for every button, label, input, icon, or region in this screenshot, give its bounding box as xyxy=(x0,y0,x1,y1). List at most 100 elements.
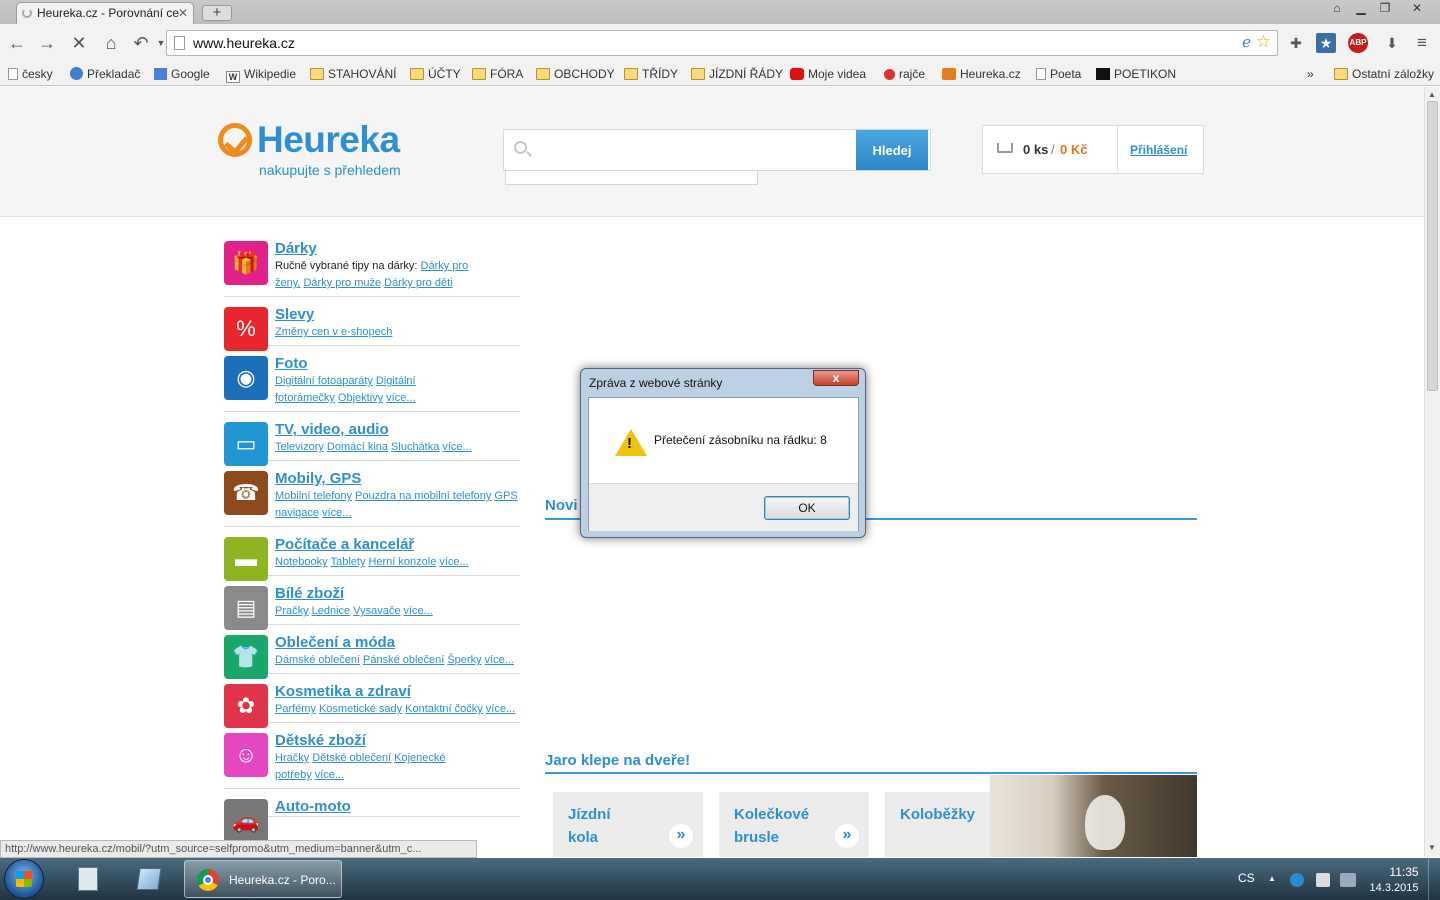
home-icon[interactable]: ⌂ xyxy=(100,32,122,54)
bookmark-folder[interactable]: JÍZDNÍ ŘÁDY xyxy=(691,66,783,82)
category-icon[interactable]: ▬ xyxy=(224,537,268,581)
site-logo[interactable]: Heureka xyxy=(257,119,400,161)
subcategory-link[interactable]: Dárky pro muže xyxy=(303,277,381,289)
category-icon[interactable]: ☎ xyxy=(224,471,268,515)
subcategory-link[interactable]: Šperky xyxy=(447,654,481,666)
category-title[interactable]: TV, video, audio xyxy=(275,418,520,439)
category-title[interactable]: Foto xyxy=(275,352,520,373)
taskbar-chrome[interactable]: Heureka.cz - Poro... xyxy=(184,860,342,898)
subcategory-link[interactable]: Digitální fotoaparáty xyxy=(275,375,373,387)
bookmark-folder[interactable]: ÚČTY xyxy=(410,66,461,82)
subcategory-link[interactable]: Herní konzole xyxy=(368,556,436,568)
category-title[interactable]: Bílé zboží xyxy=(275,582,520,603)
bookmark-item[interactable]: Google xyxy=(154,66,210,82)
subcategory-link[interactable]: Kosmetické sady xyxy=(319,703,402,715)
category-title[interactable]: Počítače a kancelář xyxy=(275,533,520,554)
bookmark-folder[interactable]: TŘÍDY xyxy=(624,66,678,82)
subcategory-link[interactable]: Televizory xyxy=(275,441,324,453)
subcategory-link[interactable]: více... xyxy=(315,769,344,781)
bookmark-item[interactable]: W Wikipedie xyxy=(226,66,296,83)
stop-icon[interactable]: ✕ xyxy=(68,32,90,54)
subcategory-link[interactable]: Dámské oblečení xyxy=(275,654,360,666)
menu-icon[interactable]: ≡ xyxy=(1412,33,1432,53)
profile-icon[interactable]: ⌂ xyxy=(1324,0,1350,18)
category-icon[interactable]: ▭ xyxy=(224,422,268,466)
subcategory-link[interactable]: Dárky pro děti xyxy=(384,277,452,289)
category-title[interactable]: Slevy xyxy=(275,303,520,324)
search-button[interactable]: Hledej xyxy=(856,130,928,170)
forward-icon[interactable]: → xyxy=(36,32,58,54)
bookmark-item[interactable]: česky xyxy=(8,66,53,82)
login-link[interactable]: Přihlášení xyxy=(1130,143,1187,157)
clock-time[interactable]: 11:35 xyxy=(1377,865,1431,879)
cart-icon[interactable] xyxy=(997,143,1013,153)
subcategory-link[interactable]: více... xyxy=(386,392,415,404)
restore-icon[interactable]: ❐ xyxy=(1372,0,1398,18)
cart-price[interactable]: 0 Kč xyxy=(1060,142,1087,157)
subcategory-link[interactable]: Pánské oblečení xyxy=(363,654,444,666)
category-title[interactable]: Dětské zboží xyxy=(275,729,520,750)
promo-arrow-icon[interactable]: » xyxy=(669,824,693,848)
subcategory-link[interactable]: více... xyxy=(486,703,515,715)
category-icon[interactable]: ☺ xyxy=(224,733,268,777)
download-icon[interactable]: ⬇ xyxy=(1382,33,1402,53)
bookmark-item[interactable]: POETIKON xyxy=(1096,66,1176,82)
other-bookmarks[interactable]: Ostatní záložky xyxy=(1334,66,1434,82)
category-icon[interactable]: 🎁 xyxy=(224,241,268,285)
bookmarks-overflow-chevron-icon[interactable]: » xyxy=(1307,66,1314,82)
language-indicator[interactable]: CS xyxy=(1238,871,1255,885)
scroll-up-icon[interactable]: ▲ xyxy=(1428,90,1436,99)
category-title[interactable]: Dárky xyxy=(275,237,520,258)
scroll-down-icon[interactable]: ▼ xyxy=(1428,843,1436,852)
taskbar-calculator[interactable] xyxy=(64,862,112,896)
tab-close-icon[interactable]: ✕ xyxy=(178,3,188,23)
promo-tile-rollerblades[interactable]: Kolečkové brusle » xyxy=(719,792,869,857)
subcategory-link[interactable]: více... xyxy=(322,507,351,519)
subcategory-link[interactable]: Tablety xyxy=(331,556,366,568)
category-icon[interactable]: ▤ xyxy=(224,586,268,630)
bookmark-item[interactable]: Heureka.cz xyxy=(942,66,1021,82)
puzzle-icon[interactable]: ✚ xyxy=(1286,33,1306,53)
subcategory-link[interactable]: Pračky xyxy=(275,605,309,617)
bookmark-folder[interactable]: STAHOVÁNÍ xyxy=(310,66,396,82)
search-input[interactable] xyxy=(536,134,851,166)
tray-app-icon[interactable] xyxy=(1290,873,1304,887)
bookmark-icon[interactable]: ★ xyxy=(1316,33,1336,53)
category-title[interactable]: Auto-moto xyxy=(275,795,520,816)
start-button[interactable] xyxy=(4,859,44,899)
window-close-icon[interactable]: ✕ xyxy=(1404,0,1430,18)
subcategory-link[interactable]: Mobilní telefony xyxy=(275,490,352,502)
subcategory-link[interactable]: více... xyxy=(442,441,471,453)
subcategory-link[interactable]: více... xyxy=(485,654,514,666)
category-icon[interactable]: ◉ xyxy=(224,356,268,400)
subcategory-link[interactable]: Vysavače xyxy=(353,605,400,617)
clock-date[interactable]: 14.3.2015 xyxy=(1367,882,1421,894)
browser-tab[interactable]: Heureka.cz - Porovnání ce ✕ xyxy=(16,2,194,24)
bookmark-item[interactable]: Překladač xyxy=(70,66,140,82)
category-icon[interactable]: ✿ xyxy=(224,684,268,728)
subcategory-link[interactable]: Kontaktní čočky xyxy=(405,703,483,715)
category-icon[interactable]: 🚗 xyxy=(224,799,268,843)
subcategory-link[interactable]: Parfémy xyxy=(275,703,316,715)
category-title[interactable]: Oblečení a móda xyxy=(275,631,520,652)
subcategory-link[interactable]: Dětské oblečení xyxy=(312,752,391,764)
cart-quantity[interactable]: 0 ks xyxy=(1023,142,1048,157)
star-icon[interactable]: ☆ xyxy=(1256,30,1271,54)
promo-tile-bikes[interactable]: Jízdní kola » xyxy=(553,792,703,857)
category-title[interactable]: Mobily, GPS xyxy=(275,467,520,488)
subcategory-link[interactable]: Sluchátka xyxy=(391,441,439,453)
dialog-close-icon[interactable]: x xyxy=(813,370,859,386)
subcategory-link[interactable]: více... xyxy=(403,605,432,617)
category-icon[interactable]: % xyxy=(224,307,268,351)
address-bar[interactable]: www.heureka.cz ℯ ☆ xyxy=(166,30,1278,56)
subcategory-link[interactable]: Pouzdra na mobilní telefony xyxy=(355,490,491,502)
ie-tab-icon[interactable]: ℯ xyxy=(1242,31,1251,55)
tray-expand-icon[interactable]: ▲ xyxy=(1268,874,1276,883)
category-icon[interactable]: 👕 xyxy=(224,635,268,679)
bookmark-item[interactable]: Poeta xyxy=(1036,66,1081,82)
subcategory-link[interactable]: Lednice xyxy=(312,605,351,617)
network-icon[interactable] xyxy=(1340,873,1356,887)
subcategory-link[interactable]: více... xyxy=(439,556,468,568)
taskbar-notes[interactable] xyxy=(124,862,172,896)
bookmark-item[interactable]: Moje videa xyxy=(790,66,866,82)
